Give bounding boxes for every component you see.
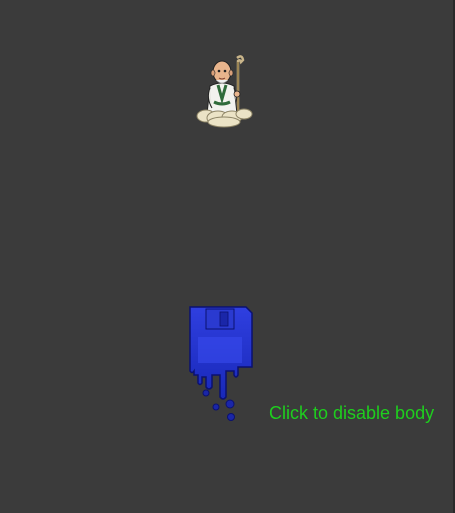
disable-body-toggle[interactable]: Click to disable body [269, 402, 434, 424]
melting-floppy-disk-icon[interactable] [186, 305, 256, 425]
old-sage-on-cloud-icon[interactable] [192, 50, 256, 130]
game-stage: Click to disable body [0, 0, 455, 513]
